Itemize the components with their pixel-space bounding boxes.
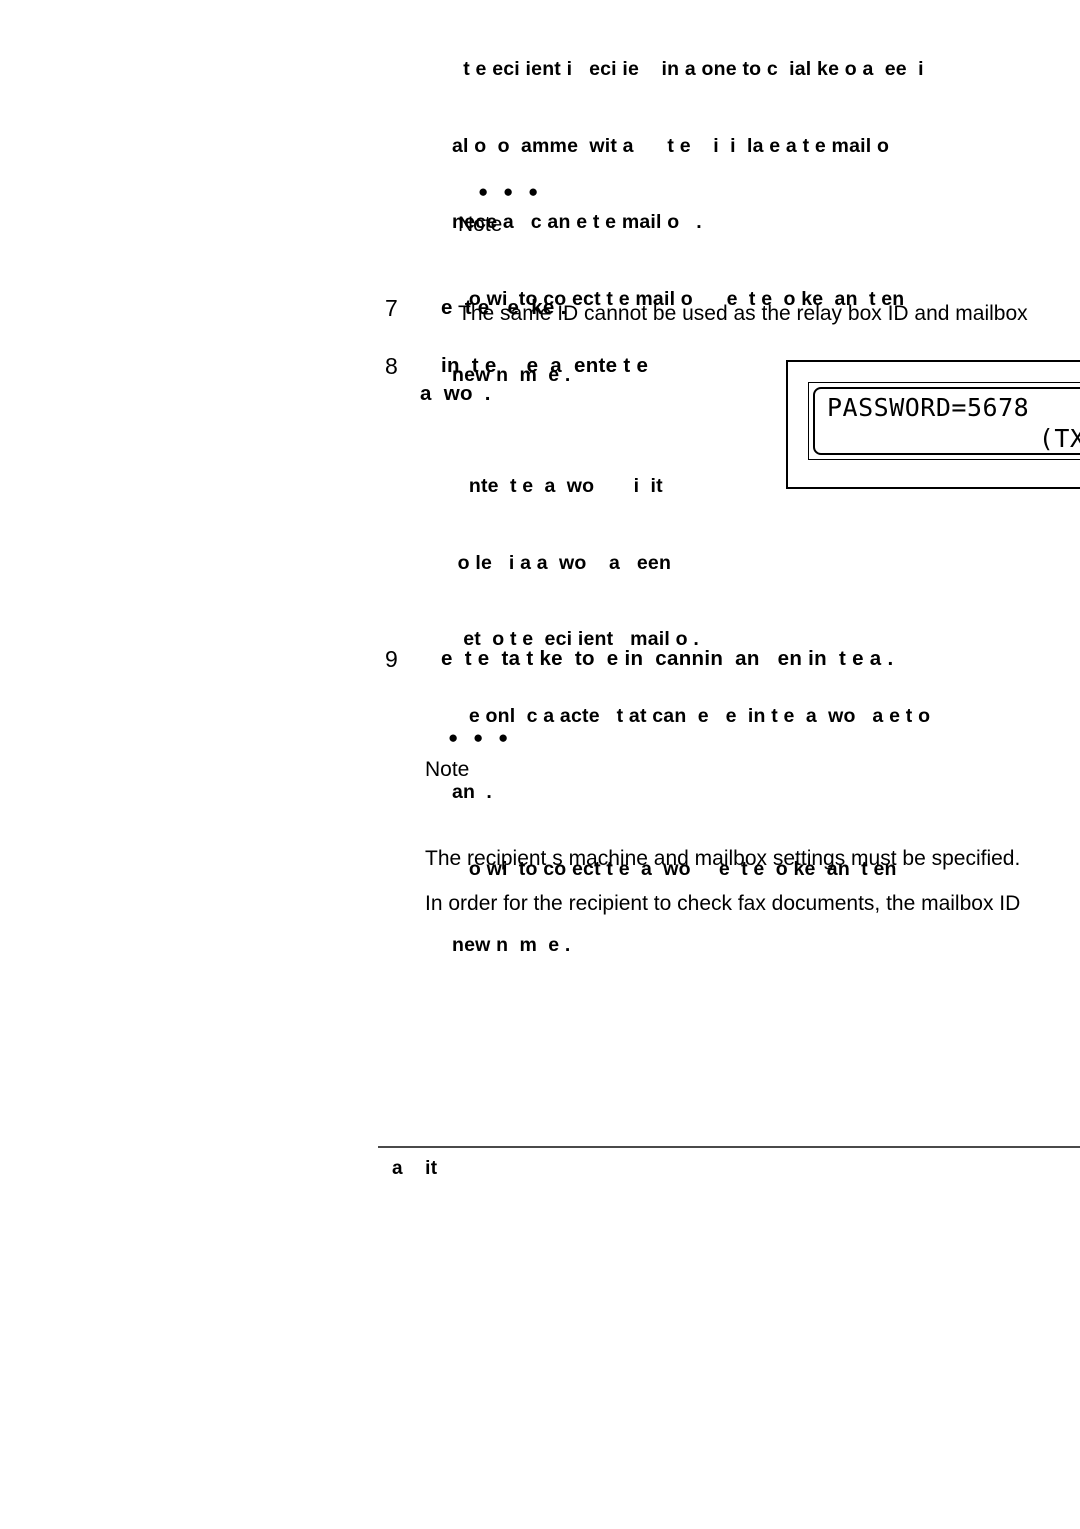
note-one-heading: Note xyxy=(458,213,503,236)
intro-line-2: al o o amme wit a t e i i la e a t e mai… xyxy=(452,134,890,157)
footer-label: a it xyxy=(392,1158,438,1179)
intro-line-1: t e eci ient i eci ie in a one to c ial … xyxy=(452,58,924,80)
closing-line-1: In order for the recipient to check fax … xyxy=(425,892,1021,915)
note-two-heading: Note xyxy=(425,758,470,781)
note-two-dots: ● ● ● xyxy=(448,728,514,747)
step-9-number: 9 xyxy=(385,646,398,672)
step-7-number: 7 xyxy=(385,295,398,321)
step-8-detail-line-4: e onl c a acte t at can e e in t e a wo … xyxy=(452,704,931,727)
step-8-number: 8 xyxy=(385,353,398,379)
step-7-text: e t e e ke . xyxy=(435,296,567,319)
step-9-text: e t e ta t ke to e in cannin an en in t … xyxy=(435,647,894,670)
step-7: 7 e t e e ke . xyxy=(385,294,885,322)
closing-paragraph: In order for the recipient to check fax … xyxy=(425,829,1080,979)
intro-line-3: nece a c an e t e mail o . xyxy=(452,211,702,233)
lcd-line-password: PASSWORD=5678 xyxy=(827,393,1030,422)
step-9: 9 e t e ta t ke to e in cannin an en in … xyxy=(385,645,1035,673)
step-8-text-wrap: in t e e a ente t e a wo . xyxy=(420,352,649,408)
lcd-panel-middle-frame: PASSWORD=5678 (TX= xyxy=(808,382,1080,460)
lcd-line-tx: (TX= xyxy=(1038,424,1080,453)
step-8-detail-line-2: o le i a a wo a een xyxy=(452,551,672,574)
footer-divider xyxy=(378,1146,1080,1148)
note-one-dots: ● ● ● xyxy=(478,182,544,201)
lcd-screen: PASSWORD=5678 (TX= xyxy=(813,387,1080,455)
lcd-panel-outer-frame: PASSWORD=5678 (TX= xyxy=(786,360,1080,489)
step-8-line-1: in t e e a ente t e xyxy=(435,354,649,377)
document-page: t e eci ient i eci ie in a one to c ial … xyxy=(0,0,1080,1529)
step-8: 8 in t e e a ente t e a wo . xyxy=(385,352,805,408)
step-8-line-2: a wo . xyxy=(420,382,491,405)
